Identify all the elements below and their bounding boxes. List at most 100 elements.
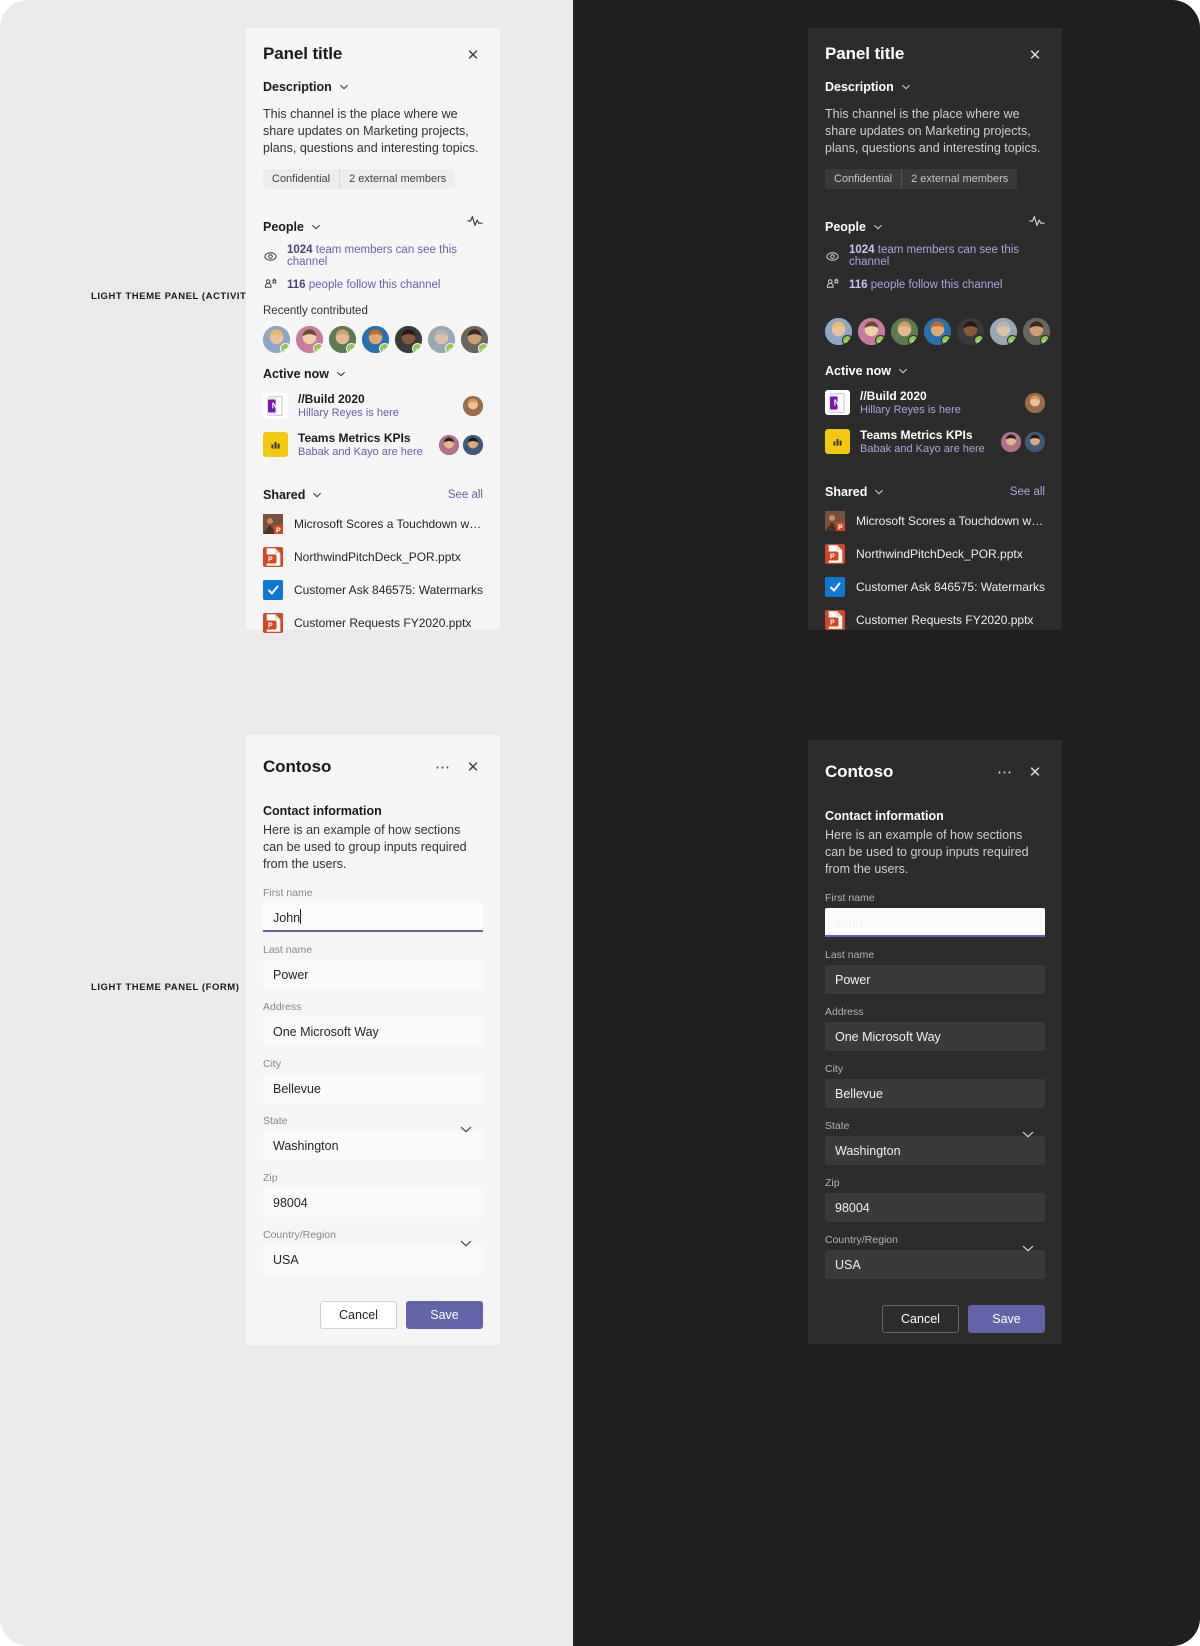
people-section-header-label: People <box>263 220 304 235</box>
active-now-item-text: Teams Metrics KPIs Babak and Kayo are her… <box>860 428 991 455</box>
chevron-down-icon <box>898 366 908 376</box>
shared-section-header[interactable]: Shared <box>263 488 322 502</box>
powerbi-icon <box>263 432 288 458</box>
active-now-item[interactable]: N //Build 2020 Hillary Reyes is here <box>263 392 483 419</box>
file-row[interactable]: P Customer Requests FY2020.pptx <box>263 613 483 634</box>
see-all-link[interactable]: See all <box>1010 486 1045 498</box>
more-options-button[interactable]: ⋯ <box>433 757 453 777</box>
avatar-7 <box>461 326 488 354</box>
presence-badge-available <box>313 343 323 354</box>
form-field-city: City <box>263 1058 483 1104</box>
file-name: Microsoft Scores a Touchdown with NF... <box>856 514 1045 529</box>
image-thumbnail-icon: P <box>825 511 845 532</box>
people-info-row[interactable]: 1024 team members can see this channel <box>825 244 1045 268</box>
canvas: LIGHT THEME PANEL (ACTIVITY) LIGHT THEME… <box>0 0 1200 1646</box>
people-info-list: 1024 team members can see this channel 11… <box>825 244 1045 292</box>
field-input[interactable] <box>263 1017 483 1047</box>
presence-badge-available <box>908 335 918 346</box>
avatar-2 <box>858 318 885 346</box>
presence-badge-available <box>1007 335 1017 346</box>
shared-section-header[interactable]: Shared <box>825 485 884 499</box>
pulse-icon[interactable] <box>467 213 483 229</box>
field-input[interactable] <box>825 1136 1045 1166</box>
field-input[interactable] <box>263 1074 483 1104</box>
contributor-avatars <box>263 326 488 354</box>
field-input[interactable] <box>825 965 1045 995</box>
page-title: Contoso <box>825 762 894 781</box>
active-now-section-header-label: Active now <box>263 367 329 382</box>
people-info-row[interactable]: 116 people follow this channel <box>263 277 483 292</box>
panel-header: Contoso ⋯ ✕ <box>263 757 483 777</box>
annotation-activity: LIGHT THEME PANEL (ACTIVITY) <box>91 291 257 302</box>
field-label: First name <box>825 892 875 905</box>
save-button[interactable]: Save <box>406 1301 483 1330</box>
field-input[interactable] <box>825 1193 1045 1223</box>
pulse-icon[interactable] <box>1029 213 1045 229</box>
people-info-list: 1024 team members can see this channel 11… <box>263 244 483 292</box>
form-field-last-name: Last name <box>825 949 1045 995</box>
file-row[interactable]: Customer Ask 846575: Watermarks <box>263 580 483 601</box>
field-input[interactable] <box>263 1131 483 1161</box>
active-now-item[interactable]: Teams Metrics KPIs Babak and Kayo are her… <box>825 428 1045 455</box>
active-now-item-title: //Build 2020 <box>298 392 365 407</box>
field-input[interactable] <box>263 1245 483 1275</box>
panel-header: Panel title ✕ <box>825 44 1045 65</box>
chevron-down-icon <box>874 487 884 497</box>
people-info-row[interactable]: 1024 team members can see this channel <box>263 244 483 268</box>
svg-text:P: P <box>830 620 835 627</box>
field-input[interactable] <box>825 1079 1045 1109</box>
field-input[interactable] <box>263 903 483 933</box>
form-panel-content: Contoso ⋯ ✕ Contact information Here is an e… <box>808 740 1062 1344</box>
field-label: Zip <box>825 1177 840 1190</box>
file-row[interactable]: P Microsoft Scores a Touchdown with NF... <box>825 511 1045 532</box>
field-input[interactable] <box>825 1022 1045 1052</box>
people-section-header[interactable]: People <box>825 220 1045 234</box>
form-field-state: State <box>263 1115 483 1161</box>
page-title: Panel title <box>825 44 905 63</box>
field-label: Country/Region <box>263 1229 336 1242</box>
field-input[interactable] <box>825 1250 1045 1280</box>
activity-panel-light: Panel title ✕ Description This channel is t… <box>246 28 500 634</box>
form-field-zip: Zip <box>825 1177 1045 1223</box>
presence-badge-available <box>941 335 951 346</box>
svg-text:P: P <box>830 554 835 561</box>
file-name: NorthwindPitchDeck_POR.pptx <box>294 550 461 565</box>
close-button[interactable]: ✕ <box>463 45 483 65</box>
file-row[interactable]: Customer Ask 846575: Watermarks <box>825 577 1045 598</box>
more-options-button[interactable]: ⋯ <box>995 762 1015 782</box>
close-button[interactable]: ✕ <box>1025 762 1045 782</box>
active-now-section-header[interactable]: Active now <box>825 364 1045 378</box>
save-button[interactable]: Save <box>968 1305 1045 1334</box>
see-all-link[interactable]: See all <box>448 489 483 501</box>
active-now-item[interactable]: N //Build 2020 Hillary Reyes is here <box>825 389 1045 416</box>
avatar-image <box>463 395 483 416</box>
people-section-header[interactable]: People <box>263 220 483 234</box>
cancel-button[interactable]: Cancel <box>320 1301 397 1330</box>
file-row[interactable]: P Customer Requests FY2020.pptx <box>825 610 1045 631</box>
active-now-section-header[interactable]: Active now <box>263 367 483 381</box>
avatar-image <box>439 434 459 455</box>
file-row[interactable]: P NorthwindPitchDeck_POR.pptx <box>825 544 1045 565</box>
people-info-row[interactable]: 116 people follow this channel <box>825 277 1045 292</box>
active-now-item[interactable]: Teams Metrics KPIs Babak and Kayo are her… <box>263 431 483 458</box>
close-button[interactable]: ✕ <box>463 757 483 777</box>
description-section-header[interactable]: Description <box>263 80 483 94</box>
file-row[interactable]: P Microsoft Scores a Touchdown with NF... <box>263 514 483 535</box>
field-input[interactable] <box>263 960 483 990</box>
file-row[interactable]: P NorthwindPitchDeck_POR.pptx <box>263 547 483 568</box>
presence-badge-available <box>842 335 852 346</box>
presence-badge-available <box>346 343 356 354</box>
description-section-header[interactable]: Description <box>825 80 1045 94</box>
file-name: Customer Requests FY2020.pptx <box>856 613 1034 628</box>
close-button[interactable]: ✕ <box>1025 45 1045 65</box>
presence-badge-available <box>478 343 488 354</box>
cancel-button[interactable]: Cancel <box>882 1305 959 1334</box>
file-name: Microsoft Scores a Touchdown with NF... <box>294 517 483 532</box>
tag-group: Confidential 2 external members <box>263 169 456 190</box>
field-label: City <box>825 1063 844 1076</box>
tag-group: Confidential 2 external members <box>825 169 1018 190</box>
onenote-icon: N <box>263 393 288 419</box>
field-input[interactable] <box>263 1188 483 1218</box>
field-input[interactable] <box>825 908 1045 938</box>
form-actions: Cancel Save <box>263 1301 483 1330</box>
